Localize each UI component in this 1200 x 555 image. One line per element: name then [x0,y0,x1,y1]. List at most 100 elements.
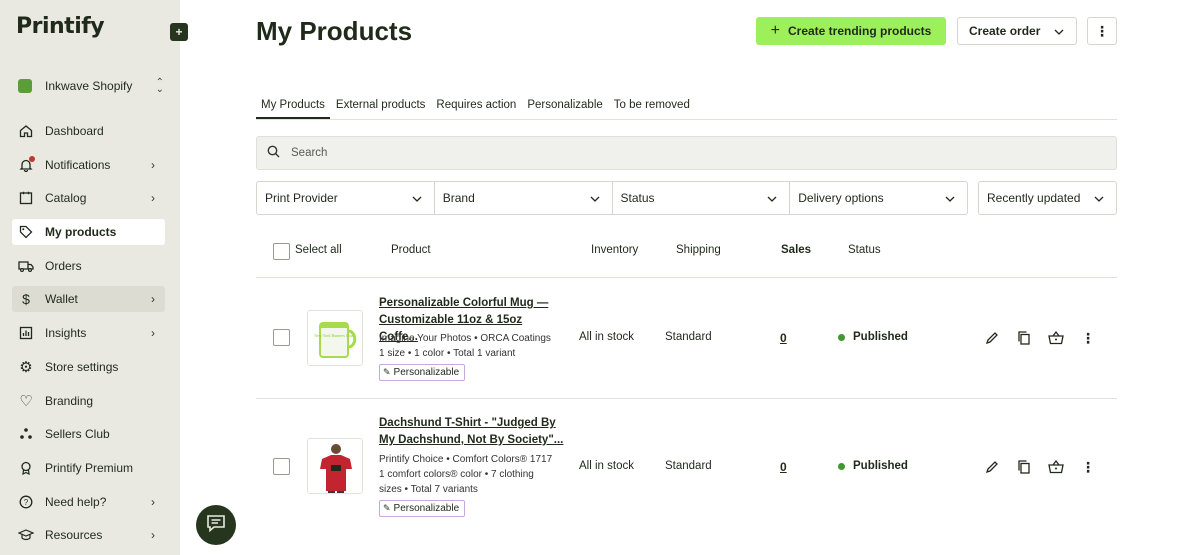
tab-my-products[interactable]: My Products [256,96,330,119]
select-all-checkbox[interactable] [273,243,290,260]
published-dot-icon [838,333,845,341]
basket-icon[interactable] [1048,459,1064,475]
column-sales[interactable]: Sales [781,244,811,256]
sales-link[interactable]: 0 [780,460,787,474]
sidebar-item-dashboard[interactable]: Dashboard [12,118,165,144]
chevron-right-icon: › [151,326,155,341]
sidebar-item-store-settings[interactable]: ⚙ Store settings [12,354,165,380]
chevron-down-icon [767,191,777,205]
chat-button[interactable] [196,505,236,545]
sidebar-item-label: Resources [45,528,103,543]
column-inventory: Inventory [591,244,639,256]
sales-link[interactable]: 0 [780,331,787,345]
duplicate-icon[interactable] [1016,330,1032,346]
sidebar-item-insights[interactable]: Insights › [12,320,165,346]
badge-label: Personalizable [393,503,460,514]
row-more-icon[interactable]: ⋮ [1080,459,1096,475]
tab-external-products[interactable]: External products [331,96,431,119]
product-provider: Printify Choice • Comfort Colors® 1717 [379,454,553,465]
product-name-line: My Dachshund, Not By Society"... [379,434,564,446]
sidebar-item-wallet[interactable]: $ Wallet › [12,286,165,313]
chevron-up-down-icon: ⌃ ⌄ [155,77,164,95]
inventory-cell: All in stock [579,331,634,343]
product-tabs: My Products External products Requires a… [256,96,1117,120]
row-more-icon[interactable]: ⋮ [1080,330,1096,346]
help-icon: ? [18,494,34,510]
product-thumbnail[interactable]: New York Runners Club [307,310,363,366]
status-badge: Published [838,331,908,343]
chevron-down-icon [945,191,955,205]
home-icon [18,123,34,139]
sidebar-item-label: Printify Premium [45,460,134,475]
product-meta: Imagine Your Photos • ORCA Coatings 1 si… [379,331,569,361]
chat-icon [206,514,226,537]
product-provider: Imagine Your Photos • ORCA Coatings [379,333,551,344]
sidebar-item-catalog[interactable]: Catalog › [12,185,165,211]
plus-icon: + [770,22,780,39]
tag-icon [18,224,34,240]
column-shipping: Shipping [676,244,721,256]
sidebar-item-label: Store settings [45,359,119,374]
store-name: Inkwave Shopify [45,79,133,93]
duplicate-icon[interactable] [1016,459,1032,475]
tab-requires-action[interactable]: Requires action [431,96,521,119]
product-name-line: Personalizable Colorful Mug — [379,297,549,309]
chevron-right-icon: › [151,528,155,543]
svg-text:?: ? [24,498,29,507]
premium-icon [18,460,34,476]
sidebar-item-resources[interactable]: Resources › [12,522,165,548]
printify-logo[interactable]: Printify [16,14,105,39]
filter-brand[interactable]: Brand [435,182,613,214]
filter-status[interactable]: Status [613,182,791,214]
dollar-icon: $ [22,291,30,308]
more-actions-button[interactable]: ⋮ [1087,17,1117,45]
sidebar-item-branding[interactable]: ♡ Branding [12,388,165,414]
product-name-line: Dachshund T-Shirt - "Judged By [379,417,556,429]
product-variants: 1 comfort colors® color • 7 clothing [379,469,534,480]
heart-icon: ♡ [19,392,33,410]
table-row: Dachshund T-Shirt - "Judged By My Dachsh… [256,399,1117,529]
filter-bar: Print Provider Brand Status Delivery opt… [256,181,968,215]
chevron-right-icon: › [151,191,155,206]
sidebar-item-label: Wallet [45,292,78,307]
product-meta: Printify Choice • Comfort Colors® 1717 1… [379,452,569,497]
create-trending-products-button[interactable]: + Create trending products [756,17,946,45]
edit-pencil-icon[interactable] [984,330,1000,346]
sidebar-item-orders[interactable]: Orders [12,253,165,279]
sidebar-item-notifications[interactable]: Notifications › [12,152,165,178]
status-label: Published [853,460,908,472]
chevron-down-icon [412,191,422,205]
personalizable-badge: ✎ Personalizable [379,500,466,517]
row-checkbox[interactable] [273,458,290,475]
personalizable-badge: ✎ Personalizable [379,364,466,381]
basket-icon[interactable] [1048,330,1064,346]
select-all-label: Select all [295,244,342,256]
search-input[interactable]: Search [256,136,1117,170]
sidebar-item-sellers-club[interactable]: Sellers Club [12,421,165,447]
personalize-icon: ✎ [383,503,391,513]
product-thumbnail[interactable] [307,438,363,494]
create-order-button[interactable]: Create order [957,17,1077,45]
filter-delivery-options[interactable]: Delivery options [790,182,967,214]
chart-icon [18,325,34,341]
product-variants: sizes • Total 7 variants [379,484,478,495]
sidebar-item-need-help[interactable]: ? Need help? › [12,489,165,515]
sidebar-item-label: My products [45,225,117,240]
sidebar-item-label: Dashboard [45,124,104,138]
sidebar-item-printify-premium[interactable]: Printify Premium [12,455,165,481]
row-checkbox[interactable] [273,329,290,346]
sidebar-item-my-products[interactable]: My products [12,219,165,246]
shopify-icon [18,79,32,93]
sort-dropdown[interactable]: Recently updated [978,181,1117,215]
filter-print-provider[interactable]: Print Provider [257,182,435,214]
sidebar-item-label: Orders [45,258,82,273]
store-switcher[interactable]: Inkwave Shopify ⌃ ⌄ [16,74,164,98]
collapse-sidebar-button[interactable]: + [170,23,188,41]
tab-to-be-removed[interactable]: To be removed [609,96,695,119]
product-name-link[interactable]: Dachshund T-Shirt - "Judged By My Dachsh… [379,415,564,449]
sidebar-nav: Dashboard Notifications › Catalog › My p… [12,118,165,555]
gear-icon: ⚙ [19,358,33,376]
edit-pencil-icon[interactable] [984,459,1000,475]
column-product: Product [391,244,431,256]
tab-personalizable[interactable]: Personalizable [522,96,607,119]
